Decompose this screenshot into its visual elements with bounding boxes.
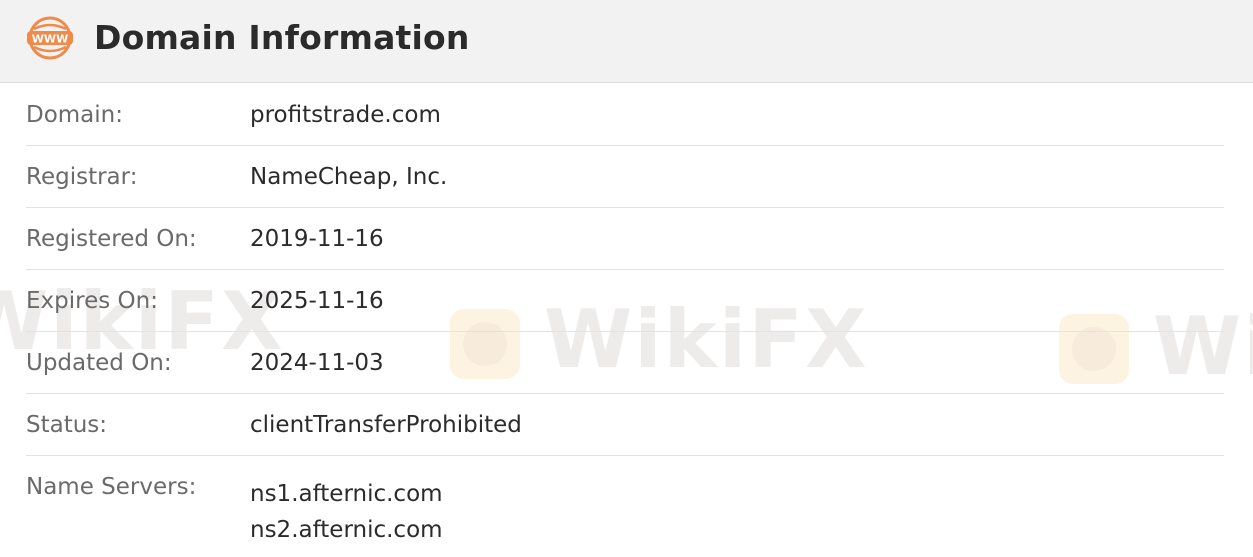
row-label: Updated On: xyxy=(26,350,172,376)
row-label: Domain: xyxy=(26,102,123,128)
domain-information-panel: WikiFX WikiFX Wi WWW Domain Information … xyxy=(0,0,1253,557)
row-value: profitstrade.com xyxy=(250,102,441,128)
info-row-registered-on: Registered On: 2019-11-16 xyxy=(26,208,1224,270)
row-value: clientTransferProhibited xyxy=(250,412,522,438)
row-label: Registrar: xyxy=(26,164,138,190)
info-row-updated-on: Updated On: 2024-11-03 xyxy=(26,332,1224,394)
info-row-status: Status: clientTransferProhibited xyxy=(26,394,1224,456)
row-value: NameCheap, Inc. xyxy=(250,164,448,190)
info-row-name-servers: Name Servers: ns1.afternic.com ns2.after… xyxy=(26,456,1224,556)
domain-info-table: Domain: profitstrade.com Registrar: Name… xyxy=(26,84,1224,556)
row-value: 2024-11-03 xyxy=(250,350,384,376)
row-label: Expires On: xyxy=(26,288,158,314)
page-title: Domain Information xyxy=(94,18,470,57)
row-label: Name Servers: xyxy=(26,474,197,500)
name-server-list: ns1.afternic.com ns2.afternic.com xyxy=(250,476,443,548)
row-label: Status: xyxy=(26,412,108,438)
www-label: WWW xyxy=(32,33,68,46)
panel-header: WWW Domain Information xyxy=(0,0,1253,83)
info-row-registrar: Registrar: NameCheap, Inc. xyxy=(26,146,1224,208)
www-globe-icon: WWW xyxy=(27,16,73,60)
row-value: 2019-11-16 xyxy=(250,226,384,252)
name-server-item: ns1.afternic.com xyxy=(250,481,443,507)
row-value: 2025-11-16 xyxy=(250,288,384,314)
row-label: Registered On: xyxy=(26,226,197,252)
name-server-item: ns2.afternic.com xyxy=(250,517,443,543)
info-row-domain: Domain: profitstrade.com xyxy=(26,84,1224,146)
info-row-expires-on: Expires On: 2025-11-16 xyxy=(26,270,1224,332)
